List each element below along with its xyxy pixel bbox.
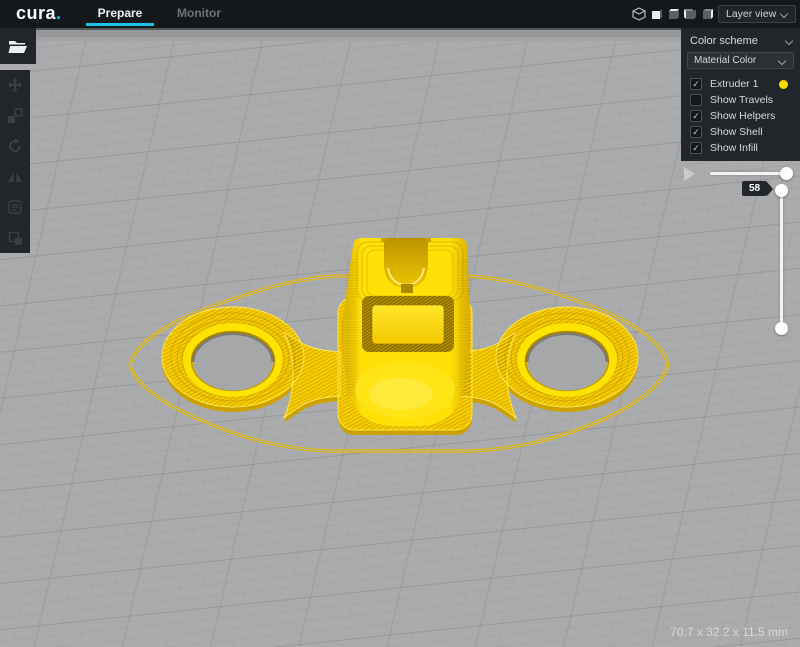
checkbox-checked[interactable]: ✓	[690, 142, 702, 154]
front-view-icon[interactable]	[649, 7, 663, 21]
scale-tool-button[interactable]	[6, 108, 24, 124]
view-mode-dropdown[interactable]: Layer view	[718, 5, 796, 23]
layer-panel-option[interactable]: ✓ Extruder 1	[681, 76, 800, 92]
path-slider-track[interactable]	[710, 172, 787, 175]
layer-view-panel: Color scheme Material Color ✓ Extruder 1 S…	[681, 28, 800, 161]
open-file-button[interactable]	[0, 28, 36, 64]
support-blocker-button[interactable]	[6, 230, 24, 246]
logo-text: cura	[16, 3, 56, 23]
open-folder-icon	[8, 38, 28, 54]
layer-panel-option[interactable]: ✓ Show Helpers	[681, 108, 800, 124]
chevron-down-icon	[780, 10, 788, 18]
checkbox-unchecked[interactable]	[690, 94, 702, 106]
option-label: Extruder 1	[710, 78, 758, 90]
camera-view-buttons	[632, 7, 714, 21]
layer-slider-track[interactable]	[780, 190, 783, 328]
mirror-tool-button[interactable]	[6, 169, 24, 185]
left-side-view-icon[interactable]	[683, 7, 697, 21]
option-label: Show Shell	[710, 126, 763, 138]
option-label: Show Helpers	[710, 110, 775, 122]
color-scheme-value: Material Color	[694, 55, 756, 66]
layer-panel-option[interactable]: ✓ Show Infill	[681, 140, 800, 156]
logo-dot: .	[56, 3, 62, 23]
model-center-tower[interactable]	[342, 238, 470, 426]
chevron-down-icon	[778, 56, 786, 64]
per-model-settings-button[interactable]	[6, 199, 24, 215]
rotate-tool-button[interactable]	[6, 138, 24, 154]
layer-panel-option[interactable]: Show Travels	[681, 92, 800, 108]
checkbox-checked[interactable]: ✓	[690, 78, 702, 90]
chevron-down-icon	[785, 37, 793, 45]
option-label: Show Infill	[710, 142, 758, 154]
color-scheme-dropdown[interactable]: Material Color	[687, 52, 794, 69]
tab-monitor[interactable]: Monitor	[170, 0, 228, 28]
color-scheme-label: Color scheme	[690, 35, 758, 47]
layer-panel-option[interactable]: ✓ Show Shell	[681, 124, 800, 140]
tab-prepare[interactable]: Prepare	[86, 0, 154, 28]
option-label: Show Travels	[710, 94, 773, 106]
edit-toolbar	[0, 70, 30, 253]
checkbox-checked[interactable]: ✓	[690, 126, 702, 138]
model-dimensions-label: 70.7 x 32.2 x 11.5 mm	[670, 625, 788, 639]
3d-view-icon[interactable]	[632, 7, 646, 21]
extruder-color-swatch	[779, 80, 788, 89]
move-tool-button[interactable]	[6, 77, 24, 93]
current-layer-badge: 58	[742, 181, 767, 196]
color-scheme-row[interactable]: Color scheme	[681, 28, 800, 51]
right-side-view-icon[interactable]	[700, 7, 714, 21]
viewport-3d[interactable]: Color scheme Material Color ✓ Extruder 1 S…	[0, 28, 800, 647]
top-bar: cura. Prepare Monitor Layer view	[0, 0, 800, 28]
layer-slider-top-handle[interactable]	[775, 184, 788, 197]
top-view-icon[interactable]	[666, 7, 680, 21]
path-slider-handle[interactable]	[780, 167, 793, 180]
checkbox-checked[interactable]: ✓	[690, 110, 702, 122]
layer-view-render	[0, 28, 800, 647]
layer-panel-options: ✓ Extruder 1 Show Travels ✓ Show Helpers ✓ Sho…	[681, 76, 800, 156]
app-logo: cura.	[16, 3, 62, 24]
layer-slider-bottom-handle[interactable]	[775, 322, 788, 335]
view-mode-value: Layer view	[726, 8, 776, 20]
simulation-play-button[interactable]	[684, 167, 695, 181]
